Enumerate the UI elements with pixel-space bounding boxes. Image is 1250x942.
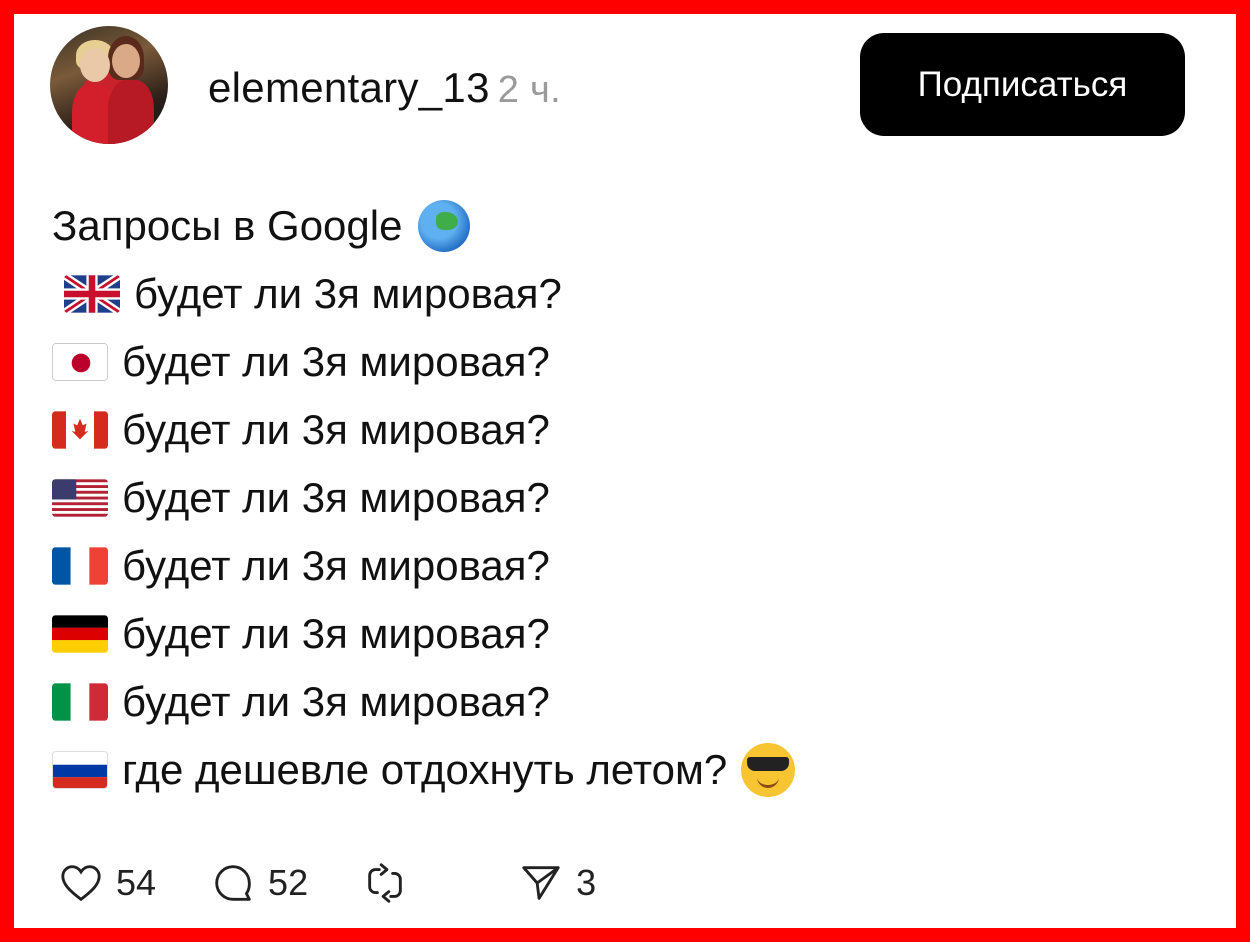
- canada-flag-icon: [52, 411, 108, 449]
- list-item: будет ли 3я мировая?: [52, 668, 795, 736]
- italy-flag-icon: [52, 683, 108, 721]
- list-item-text: будет ли 3я мировая?: [122, 474, 550, 521]
- repost-icon: [368, 863, 402, 903]
- list-item: где дешевле отдохнуть летом?: [52, 736, 796, 804]
- share-count: 3: [576, 862, 597, 903]
- list-item: будет ли 3я мировая?: [52, 464, 795, 532]
- username[interactable]: elementary_13: [208, 64, 490, 111]
- list-item: будет ли 3я мировая?: [52, 260, 795, 328]
- post-body: Запросы в Google будет ли 3я мировая? бу…: [52, 192, 796, 804]
- post-time: 2 ч.: [497, 69, 561, 111]
- repost-button[interactable]: [362, 860, 464, 906]
- list-item: будет ли 3я мировая?: [52, 532, 795, 600]
- share-button[interactable]: 3: [518, 860, 596, 906]
- japan-flag-icon: [52, 343, 108, 381]
- list-item-text: будет ли 3я мировая?: [134, 270, 562, 317]
- send-icon: [522, 866, 560, 900]
- list-item: будет ли 3я мировая?: [52, 396, 795, 464]
- germany-flag-icon: [52, 615, 108, 653]
- like-count: 54: [116, 862, 157, 903]
- post-card: elementary_13 2 ч. Подписаться Запросы в …: [14, 14, 1236, 928]
- russia-flag-icon: [52, 751, 108, 789]
- uk-flag-icon: [64, 275, 120, 313]
- france-flag-icon: [52, 547, 108, 585]
- comment-icon: [215, 865, 251, 901]
- action-bar: 54 52 3: [58, 860, 650, 906]
- post-title-line: Запросы в Google: [52, 192, 795, 260]
- list-item-text: будет ли 3я мировая?: [122, 678, 550, 725]
- avatar[interactable]: [50, 26, 168, 144]
- list-item: будет ли 3я мировая?: [52, 600, 795, 668]
- list-item-text: будет ли 3я мировая?: [122, 542, 550, 589]
- sunglasses-face-icon: [741, 743, 796, 797]
- globe-icon: [418, 200, 471, 252]
- list-item-text: будет ли 3я мировая?: [122, 338, 550, 385]
- subscribe-button[interactable]: Подписаться: [860, 33, 1185, 136]
- list-item-text: где дешевле отдохнуть летом?: [122, 746, 728, 793]
- like-button[interactable]: 54: [58, 860, 156, 906]
- usa-flag-icon: [52, 479, 108, 517]
- heart-icon: [61, 865, 101, 902]
- list-item: будет ли 3я мировая?: [52, 328, 795, 396]
- comment-button[interactable]: 52: [210, 860, 308, 906]
- comment-count: 52: [268, 862, 309, 903]
- post-title: Запросы в Google: [52, 202, 403, 249]
- list-item-text: будет ли 3я мировая?: [122, 610, 550, 657]
- post-header: elementary_13 2 ч.: [208, 64, 561, 112]
- list-item-text: будет ли 3я мировая?: [122, 406, 550, 453]
